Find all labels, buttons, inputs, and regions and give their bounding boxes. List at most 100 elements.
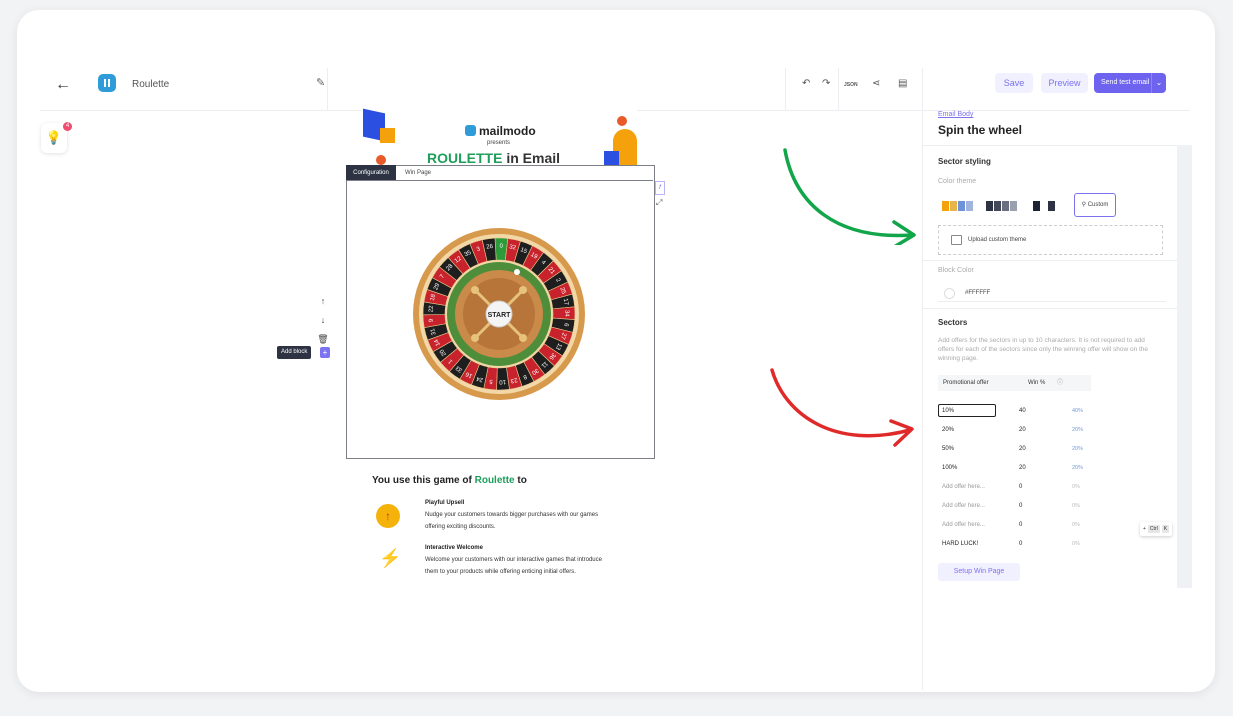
table-row: 50% 20 20% bbox=[938, 440, 1091, 458]
feature-title: Playful Upsell bbox=[425, 500, 465, 506]
info-icon[interactable]: ⓘ bbox=[1057, 375, 1063, 391]
move-down-icon[interactable]: ↓ bbox=[317, 315, 329, 325]
wheel-number: 10 bbox=[498, 378, 506, 384]
breadcrumb[interactable]: Email Body bbox=[938, 111, 973, 118]
win-input[interactable]: 0 bbox=[1019, 535, 1022, 553]
divider bbox=[923, 145, 1177, 146]
hero-word: ROULETTE bbox=[427, 150, 503, 166]
upload-label: Upload custom theme bbox=[968, 237, 1027, 243]
table-row: 20% 20 20% bbox=[938, 421, 1091, 439]
mailmodo-logo-icon bbox=[465, 125, 476, 136]
keyboard-shortcut-hint: + Ctrl K bbox=[1140, 522, 1173, 536]
app-window: ← Roulette ✎ ↶ ↷ JSON ⋖ ▤ Save Preview S… bbox=[17, 10, 1215, 692]
win-percent: 0% bbox=[1072, 503, 1080, 509]
win-percent: 0% bbox=[1072, 541, 1080, 547]
redo-icon[interactable]: ↷ bbox=[822, 78, 830, 89]
presents-text: presents bbox=[487, 140, 511, 146]
offer-input[interactable]: 100% bbox=[942, 459, 957, 477]
offer-input[interactable]: 50% bbox=[942, 440, 954, 458]
theme-swatch-3[interactable] bbox=[1033, 198, 1056, 211]
divider bbox=[923, 260, 1177, 261]
block-color-value: #FFFFFF bbox=[965, 290, 991, 296]
back-arrow-icon[interactable]: ← bbox=[55, 76, 71, 94]
use-prefix: You use this game of bbox=[372, 475, 475, 486]
table-row: 100% 20 20% bbox=[938, 459, 1091, 477]
col-offer: Promotional offer bbox=[943, 380, 989, 386]
win-input[interactable]: 0 bbox=[1019, 516, 1022, 534]
win-input[interactable]: 0 bbox=[1019, 478, 1022, 496]
move-up-icon[interactable]: ↑ bbox=[317, 296, 329, 306]
offer-input[interactable]: Add offer here... bbox=[942, 478, 985, 496]
bolt-icon: ⚡ bbox=[379, 548, 402, 568]
setup-win-page-button[interactable]: Setup Win Page bbox=[938, 563, 1020, 581]
paint-icon: ⚲ bbox=[1081, 202, 1087, 208]
win-percent: 20% bbox=[1072, 446, 1084, 452]
undo-icon[interactable]: ↶ bbox=[802, 78, 810, 89]
divider bbox=[923, 308, 1177, 309]
text-format-icon[interactable]: 𝑓 bbox=[655, 181, 665, 195]
win-input[interactable]: 20 bbox=[1019, 459, 1026, 477]
panel-title: Spin the wheel bbox=[938, 123, 1023, 137]
sector-styling-heading: Sector styling bbox=[938, 157, 991, 166]
win-percent: 20% bbox=[1072, 465, 1084, 471]
upload-theme-dropzone[interactable]: Upload custom theme bbox=[938, 225, 1163, 255]
use-word: Roulette bbox=[474, 475, 515, 486]
table-row: Add offer here... 0 0% bbox=[938, 516, 1091, 534]
divider bbox=[838, 68, 839, 110]
kbd-plus: + bbox=[1143, 526, 1146, 532]
offer-input[interactable]: 10% bbox=[942, 402, 954, 420]
divider bbox=[785, 68, 786, 110]
roulette-wheel[interactable]: 0 32 1519421225173462713361130823105241633… bbox=[413, 228, 585, 400]
win-percent: 0% bbox=[1072, 484, 1080, 490]
win-input[interactable]: 0 bbox=[1019, 497, 1022, 515]
arrow-up-icon: ↑ bbox=[376, 504, 400, 528]
win-input[interactable]: 40 bbox=[1019, 402, 1026, 420]
share-icon[interactable]: ⋖ bbox=[872, 78, 880, 89]
sectors-heading: Sectors bbox=[938, 318, 968, 327]
decor-shape bbox=[380, 128, 395, 143]
mailmodo-logo: mailmodo bbox=[465, 124, 536, 138]
use-suffix: to bbox=[514, 475, 527, 486]
feature-title: Interactive Welcome bbox=[425, 545, 483, 551]
hero-heading: ROULETTE in Email bbox=[427, 150, 560, 166]
offer-input[interactable]: Add offer here... bbox=[942, 497, 985, 515]
delete-icon[interactable]: 🗑 bbox=[317, 334, 329, 345]
offer-input[interactable]: HARD LUCK! bbox=[942, 535, 978, 553]
app-logo-icon bbox=[98, 74, 116, 92]
block-color-field[interactable]: #FFFFFF bbox=[938, 285, 1166, 302]
json-button[interactable]: JSON bbox=[844, 82, 858, 88]
offer-input[interactable]: Add offer here... bbox=[942, 516, 985, 534]
win-percent: 0% bbox=[1072, 522, 1080, 528]
kbd-ctrl: Ctrl bbox=[1147, 525, 1160, 533]
wheel-number: 34 bbox=[563, 310, 569, 317]
theme-swatch-1[interactable] bbox=[942, 198, 974, 211]
table-header: Promotional offer Win % ⓘ bbox=[938, 375, 1091, 391]
tab-configuration[interactable]: Configuration bbox=[346, 165, 396, 181]
template-title: Roulette bbox=[132, 79, 170, 90]
use-heading: You use this game of Roulette to bbox=[372, 475, 527, 486]
panel-scrollbar[interactable] bbox=[1177, 145, 1192, 588]
table-row: Add offer here... 0 0% bbox=[938, 478, 1091, 496]
win-input[interactable]: 20 bbox=[1019, 440, 1026, 458]
divider bbox=[327, 68, 328, 110]
decor-shape bbox=[376, 155, 386, 165]
notes-icon[interactable]: ▤ bbox=[898, 78, 907, 89]
edit-title-pencil-icon[interactable]: ✎ bbox=[316, 76, 325, 89]
offer-input[interactable]: 20% bbox=[942, 421, 954, 439]
tab-win-page[interactable]: Win Page bbox=[398, 165, 438, 181]
decor-shape bbox=[604, 151, 619, 166]
custom-theme-button[interactable]: ⚲ Custom bbox=[1074, 193, 1116, 217]
brand-name: mailmodo bbox=[479, 124, 536, 138]
image-icon bbox=[951, 235, 962, 245]
win-input[interactable]: 20 bbox=[1019, 421, 1026, 439]
divider bbox=[346, 180, 653, 181]
notification-badge: 4 bbox=[63, 122, 72, 131]
add-block-button[interactable]: + bbox=[320, 347, 330, 358]
resize-icon[interactable]: ⤢ bbox=[656, 198, 662, 208]
theme-swatch-2[interactable] bbox=[986, 198, 1018, 211]
feature-text: Welcome your customers with our interact… bbox=[425, 557, 602, 575]
kbd-k: K bbox=[1161, 525, 1170, 533]
decor-shape bbox=[617, 116, 627, 126]
start-label: START bbox=[488, 312, 512, 319]
table-row: 10% 40 40% bbox=[938, 402, 1091, 420]
